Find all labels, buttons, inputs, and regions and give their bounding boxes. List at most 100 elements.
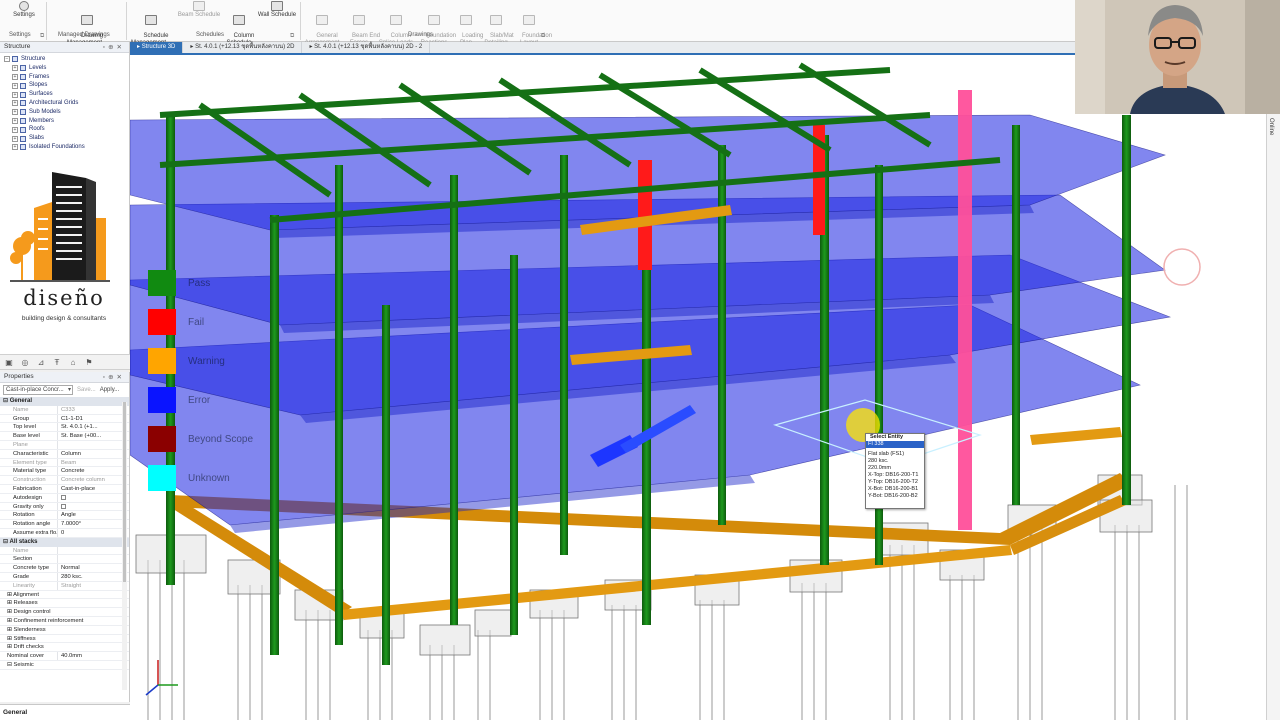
schedule-management-button[interactable]: Schedule Management... bbox=[128, 0, 174, 46]
expand-icon[interactable]: + bbox=[12, 109, 18, 116]
expand-icon[interactable]: + bbox=[12, 65, 18, 72]
property-group[interactable]: ⊞ Drift checks bbox=[0, 643, 129, 653]
property-row[interactable]: Nominal cover 40.0mm bbox=[0, 652, 129, 661]
property-row[interactable]: Assume extra flo... 0 bbox=[0, 528, 129, 538]
select-entity-menu[interactable]: Select Entity FI 338 Flat slab (FS1) 280 … bbox=[865, 433, 925, 509]
property-group[interactable]: ⊞ Confinement reinforcement bbox=[0, 617, 129, 626]
menu-item-highlighted[interactable]: FI 338 bbox=[866, 441, 924, 448]
checkbox[interactable] bbox=[58, 494, 129, 502]
tab-level-2d-2[interactable]: ▸ St. 4.0.1 (+12.13 ชุดพื้นหลังคาบน) 2D … bbox=[302, 42, 431, 53]
checkbox-box[interactable] bbox=[61, 494, 66, 500]
expand-icon[interactable]: + bbox=[12, 73, 18, 80]
properties-footer: General bbox=[0, 704, 130, 720]
tree-item[interactable]: + Members bbox=[4, 117, 129, 126]
tree-item[interactable]: + Levels bbox=[4, 64, 129, 73]
type-dropdown[interactable]: Cast-in-place Concr... bbox=[3, 385, 73, 395]
loading-plan-button[interactable]: Loading Plan bbox=[452, 0, 483, 46]
property-row[interactable]: Name C333 bbox=[0, 405, 129, 415]
tree-item[interactable]: + Architectural Grids bbox=[4, 99, 129, 108]
panel-controls[interactable]: ▫⊕✕ bbox=[103, 373, 125, 381]
foundation-reactions-button[interactable]: Foundation Reactions bbox=[416, 0, 456, 46]
collapse-icon[interactable]: − bbox=[4, 56, 10, 63]
property-group[interactable]: ⊞ Alignment bbox=[0, 591, 129, 600]
home-icon[interactable]: ⌂ bbox=[68, 357, 78, 367]
tree-item[interactable]: + Sub Models bbox=[4, 108, 129, 117]
property-row[interactable]: Construction Concrete column bbox=[0, 476, 129, 485]
property-group[interactable]: ⊞ Stiffness bbox=[0, 635, 129, 644]
ruler-icon[interactable]: ⊿ bbox=[36, 357, 46, 367]
logo-building-graphic bbox=[10, 172, 110, 282]
3d-viewport[interactable]: Pass Fail Warning Error Beyond Scope Unknown … bbox=[130, 55, 1266, 720]
property-row[interactable]: Base level St. Base (+00... bbox=[0, 432, 129, 441]
slab-mat-detailing-button[interactable]: Slab/Mat Detailing bbox=[480, 0, 514, 46]
property-group[interactable]: ⊞ Releases bbox=[0, 599, 129, 609]
scrollbar-thumb[interactable] bbox=[123, 402, 126, 582]
view-gizmo[interactable] bbox=[145, 660, 178, 696]
save-button[interactable]: Save... bbox=[77, 387, 96, 393]
group-launcher-icon[interactable]: ⧉ bbox=[40, 33, 44, 40]
settings-button[interactable]: Settings bbox=[8, 0, 40, 30]
property-row[interactable]: Fabrication Cast-in-place bbox=[0, 484, 129, 494]
tree-item[interactable]: + Surfaces bbox=[4, 90, 129, 99]
properties-scrollbar[interactable] bbox=[122, 402, 127, 690]
tree-item[interactable]: + Slabs bbox=[4, 134, 129, 143]
expand-icon[interactable]: + bbox=[12, 144, 18, 151]
beam-schedule-button[interactable]: Beam Schedule bbox=[176, 0, 222, 30]
property-row[interactable]: Linearity Straight bbox=[0, 581, 129, 591]
apply-button[interactable]: Apply... bbox=[100, 387, 120, 393]
expand-icon[interactable]: + bbox=[12, 91, 18, 98]
globe-icon[interactable]: ◎ bbox=[20, 357, 30, 367]
tree-item[interactable]: + Roofs bbox=[4, 125, 129, 134]
tree-item[interactable]: + Frames bbox=[4, 73, 129, 82]
property-row[interactable]: Top level St. 4.0.1 (+1... bbox=[0, 423, 129, 433]
column-schedule-button[interactable]: Column Schedule bbox=[222, 0, 256, 46]
foundation-layout-button[interactable]: Foundation Layout bbox=[512, 0, 552, 46]
property-row[interactable]: Gravity only bbox=[0, 502, 129, 512]
property-row[interactable]: Group C1-1-D1 bbox=[0, 414, 129, 424]
property-row[interactable]: Rotation angle 7.0000° bbox=[0, 520, 129, 529]
properties-title: Properties bbox=[4, 373, 34, 380]
flag-icon[interactable]: ⚑ bbox=[84, 357, 94, 367]
expand-icon[interactable]: + bbox=[12, 135, 18, 142]
beam-end-forces-button[interactable]: Beam End Forces bbox=[342, 0, 380, 46]
property-row[interactable]: Autodesign bbox=[0, 493, 129, 503]
drawing-management-button[interactable]: Drawing Management... bbox=[62, 0, 112, 46]
property-group[interactable]: ⊞ Design control bbox=[0, 608, 129, 617]
expand-icon[interactable]: + bbox=[12, 82, 18, 89]
column-splice-loads-button[interactable]: Column Splice Loads bbox=[376, 0, 416, 46]
tree-item[interactable]: + Slopes bbox=[4, 81, 129, 90]
property-row[interactable]: Plane bbox=[0, 440, 129, 450]
online-label[interactable]: Online bbox=[1268, 118, 1274, 135]
property-row[interactable]: Element type Beam bbox=[0, 458, 129, 468]
tab-structure-3d[interactable]: ▸ Structure 3D bbox=[130, 42, 184, 53]
structure-tab-icon[interactable]: ▣ bbox=[4, 357, 14, 367]
general-section[interactable]: ⊟ General bbox=[0, 397, 129, 406]
structure-3d-scene[interactable] bbox=[130, 55, 1266, 720]
legend-item: Pass bbox=[148, 270, 210, 296]
checkbox[interactable] bbox=[58, 503, 129, 511]
property-row[interactable]: Characteristic Column bbox=[0, 449, 129, 459]
all-stacks-section[interactable]: ⊟ All stacks bbox=[0, 537, 129, 547]
tree-item-structure[interactable]: − Structure bbox=[4, 55, 129, 64]
property-group[interactable]: ⊞ Slenderness bbox=[0, 626, 129, 635]
property-row[interactable]: Material type Concrete bbox=[0, 467, 129, 477]
checkbox-box[interactable] bbox=[61, 503, 66, 509]
property-row[interactable]: Concrete type Normal bbox=[0, 564, 129, 573]
property-group-seismic[interactable]: ⊟ Seismic bbox=[0, 661, 129, 670]
filter-icon[interactable]: Ŧ bbox=[52, 357, 62, 367]
tab-level-2d[interactable]: ▸ St. 4.0.1 (+12.13 ชุดพื้นหลังคาบน) 2D bbox=[183, 42, 303, 53]
group-launcher-icon[interactable]: ⧉ bbox=[541, 33, 545, 40]
group-launcher-icon[interactable]: ⧉ bbox=[290, 33, 294, 40]
panel-controls[interactable]: ▫⊕✕ bbox=[103, 43, 125, 51]
company-logo: diseño building design & consultants bbox=[8, 168, 120, 328]
tree-item[interactable]: + Isolated Foundations bbox=[4, 143, 129, 152]
property-row[interactable]: Grade 280 ksc. bbox=[0, 572, 129, 582]
expand-icon[interactable]: + bbox=[12, 100, 18, 107]
general-arrangement-button[interactable]: General Arrangement bbox=[302, 0, 342, 46]
property-row[interactable]: Name bbox=[0, 546, 129, 556]
property-row[interactable]: Rotation Angle bbox=[0, 511, 129, 521]
property-row[interactable]: Section bbox=[0, 555, 129, 565]
expand-icon[interactable]: + bbox=[12, 117, 18, 124]
expand-icon[interactable]: + bbox=[12, 126, 18, 133]
wall-schedule-button[interactable]: Wall Schedule bbox=[256, 0, 298, 30]
